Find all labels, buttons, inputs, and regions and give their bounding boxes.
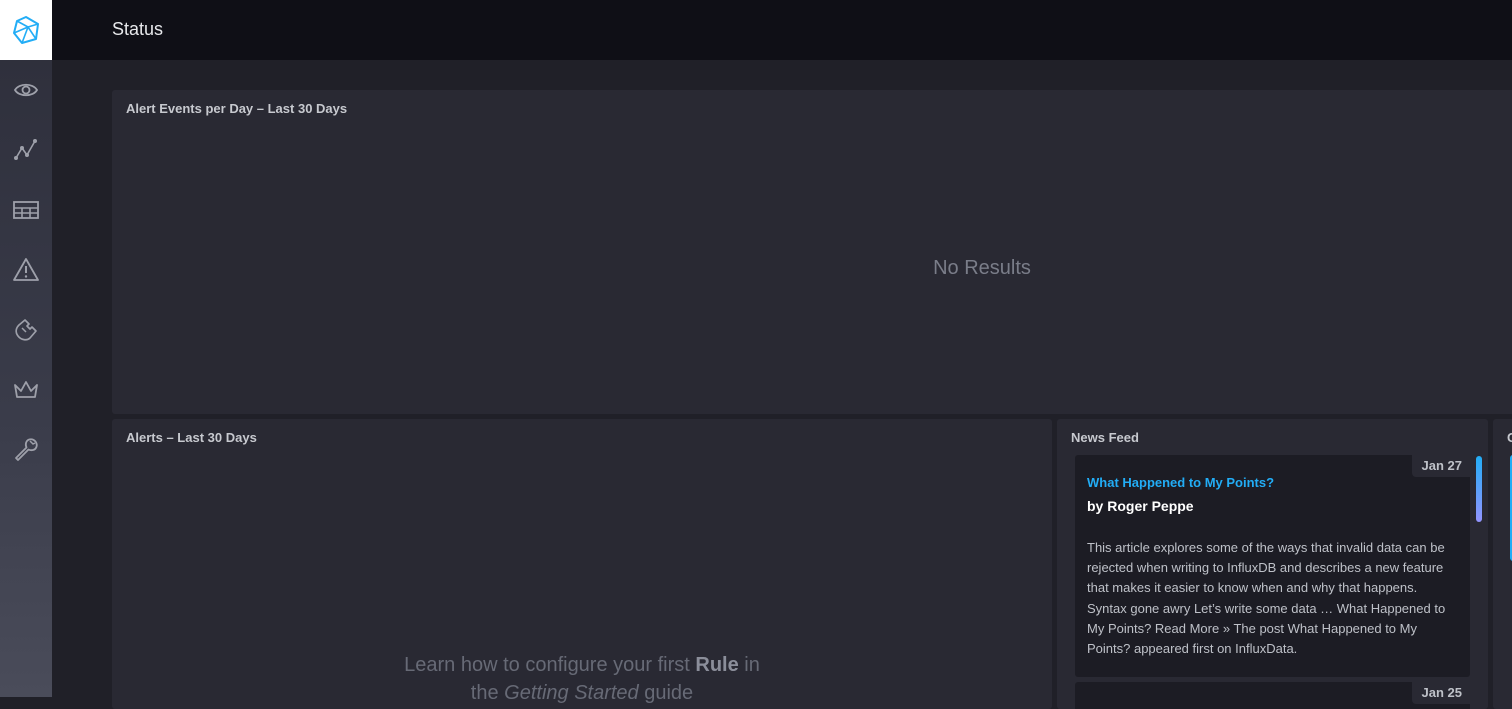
alert-triangle-icon — [13, 258, 39, 281]
news-feed-panel: News Feed Jan 27 What Happened to My Poi… — [1057, 419, 1488, 709]
news-date: Jan 27 — [1411, 455, 1470, 477]
nav-status[interactable] — [0, 60, 52, 120]
page-title: Status — [112, 19, 164, 39]
getting-started-panel: G — [1493, 419, 1512, 709]
message-text: the — [470, 682, 505, 704]
nav-admin[interactable] — [0, 360, 52, 420]
eye-icon — [13, 83, 39, 97]
alert-events-panel: Alert Events per Day – Last 30 Days No R… — [112, 90, 1512, 414]
news-date: Jan 25 — [1411, 682, 1470, 704]
nav-configuration[interactable] — [0, 300, 52, 360]
panel-title: Alert Events per Day – Last 30 Days — [126, 101, 348, 116]
news-author: by Roger Peppe — [1087, 498, 1194, 514]
cube-logo-icon — [13, 16, 39, 44]
message-text: in — [738, 654, 760, 676]
panel-title: G — [1507, 430, 1512, 445]
message-text: guide — [638, 682, 694, 704]
alerts-panel: Alerts – Last 30 Days Learn how to confi… — [112, 419, 1052, 709]
page-header: Status — [52, 0, 1512, 60]
news-body: This article explores some of the ways t… — [1087, 540, 1446, 657]
news-feed-scrollbar[interactable] — [1476, 456, 1482, 522]
puzzle-icon — [15, 319, 37, 341]
crown-icon — [14, 381, 38, 398]
wrench-icon — [15, 438, 38, 461]
graph-icon — [14, 139, 37, 160]
getting-started-link[interactable]: Getting Started — [504, 682, 639, 704]
news-item: Jan 25 — [1075, 682, 1470, 709]
influxdb-logo[interactable] — [0, 0, 52, 60]
message-text: Learn how to configure your first — [404, 654, 696, 676]
nav-settings[interactable] — [0, 420, 52, 480]
getting-started-message: Learn how to configure your first Rule i… — [112, 651, 1052, 707]
no-results-text: No Results — [933, 257, 1031, 279]
sidebar — [0, 0, 52, 697]
panel-title: Alerts – Last 30 Days — [126, 430, 257, 445]
nav-alerting[interactable] — [0, 240, 52, 300]
news-title-link[interactable]: What Happened to My Points? — [1087, 475, 1274, 490]
table-icon — [13, 201, 39, 219]
news-item: Jan 27 What Happened to My Points? by Ro… — [1075, 455, 1470, 677]
nav-explore[interactable] — [0, 120, 52, 180]
nav-dashboards[interactable] — [0, 180, 52, 240]
rule-link[interactable]: Rule — [695, 654, 738, 676]
panel-title: News Feed — [1071, 430, 1139, 445]
